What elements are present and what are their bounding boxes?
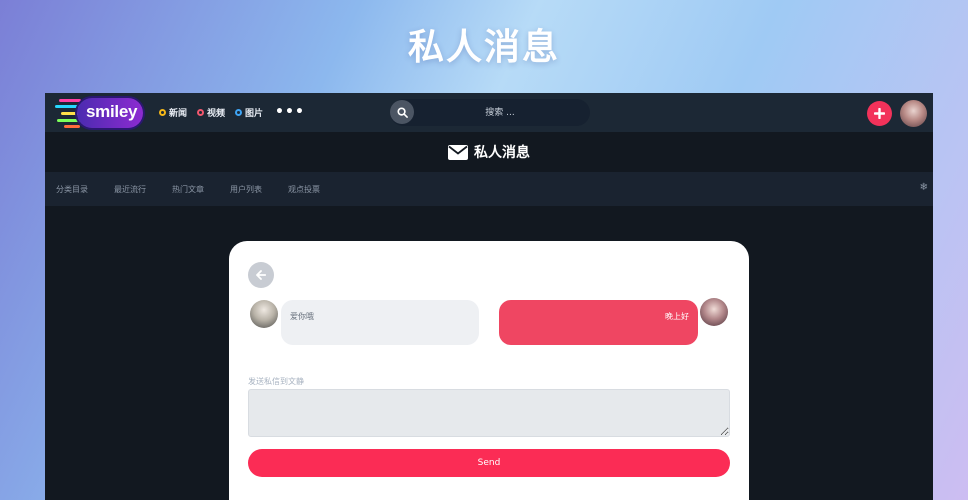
nav-item-label: 图片	[245, 109, 264, 119]
gear-icon[interactable]: ❄	[920, 182, 928, 193]
logo-streak	[59, 99, 81, 102]
page-title: 私人消息	[474, 145, 530, 161]
sender-avatar	[250, 300, 278, 328]
user-avatar[interactable]	[900, 100, 927, 127]
search-bar	[390, 99, 590, 126]
message-text: 爱你哦	[290, 312, 314, 321]
main-nav: 新闻 视频 图片 •••	[159, 105, 305, 119]
create-post-button[interactable]	[867, 101, 892, 126]
search-button[interactable]	[390, 100, 414, 124]
subnav-item-trending[interactable]: 最近流行	[114, 184, 146, 195]
search-icon	[396, 106, 408, 118]
site-logo[interactable]: smiley	[55, 95, 147, 131]
subnav-item-popular[interactable]: 热门文章	[172, 184, 204, 195]
circle-icon	[197, 109, 205, 116]
logo-streak	[64, 125, 80, 128]
sub-nav: 分类目录 最近流行 热门文章 用户列表 观点投票 ❄	[45, 172, 933, 206]
nav-item-label: 新闻	[169, 109, 188, 119]
envelope-icon	[448, 144, 468, 160]
my-avatar	[700, 298, 728, 326]
nav-item-images[interactable]: 图片	[235, 106, 263, 119]
back-button[interactable]	[248, 262, 274, 288]
app-window: smiley 新闻 视频 图片 ••• 搜索 ... 私人消息 分类目录 最近流…	[45, 93, 933, 500]
more-menu-button[interactable]: •••	[275, 105, 305, 119]
nav-item-label: 视频	[207, 109, 226, 119]
page-header: 私人消息	[45, 132, 933, 172]
message-text: 晚上好	[665, 312, 689, 321]
top-navbar: smiley 新闻 视频 图片 •••	[45, 93, 933, 132]
logo-text: smiley	[86, 102, 138, 121]
logo-streak	[57, 119, 81, 122]
message-textarea[interactable]	[248, 389, 730, 437]
outgoing-message: 晚上好	[499, 300, 698, 345]
plus-icon	[874, 108, 885, 119]
search-input[interactable]	[420, 99, 580, 126]
incoming-message: 爱你哦	[281, 300, 479, 345]
nav-item-news[interactable]: 新闻	[159, 106, 187, 119]
compose-label: 发送私信到文静	[248, 377, 304, 386]
conversation-card: 爱你哦 晚上好 发送私信到文静 Send	[229, 241, 749, 500]
circle-icon	[159, 109, 166, 116]
send-button[interactable]: Send	[248, 449, 730, 477]
subnav-item-polls[interactable]: 观点投票	[288, 184, 320, 195]
nav-item-video[interactable]: 视频	[197, 106, 225, 119]
circle-icon	[235, 109, 243, 116]
banner-title: 私人消息	[407, 27, 560, 68]
arrow-left-icon	[256, 270, 266, 280]
subnav-item-categories[interactable]: 分类目录	[56, 184, 88, 195]
subnav-item-users[interactable]: 用户列表	[230, 184, 262, 195]
